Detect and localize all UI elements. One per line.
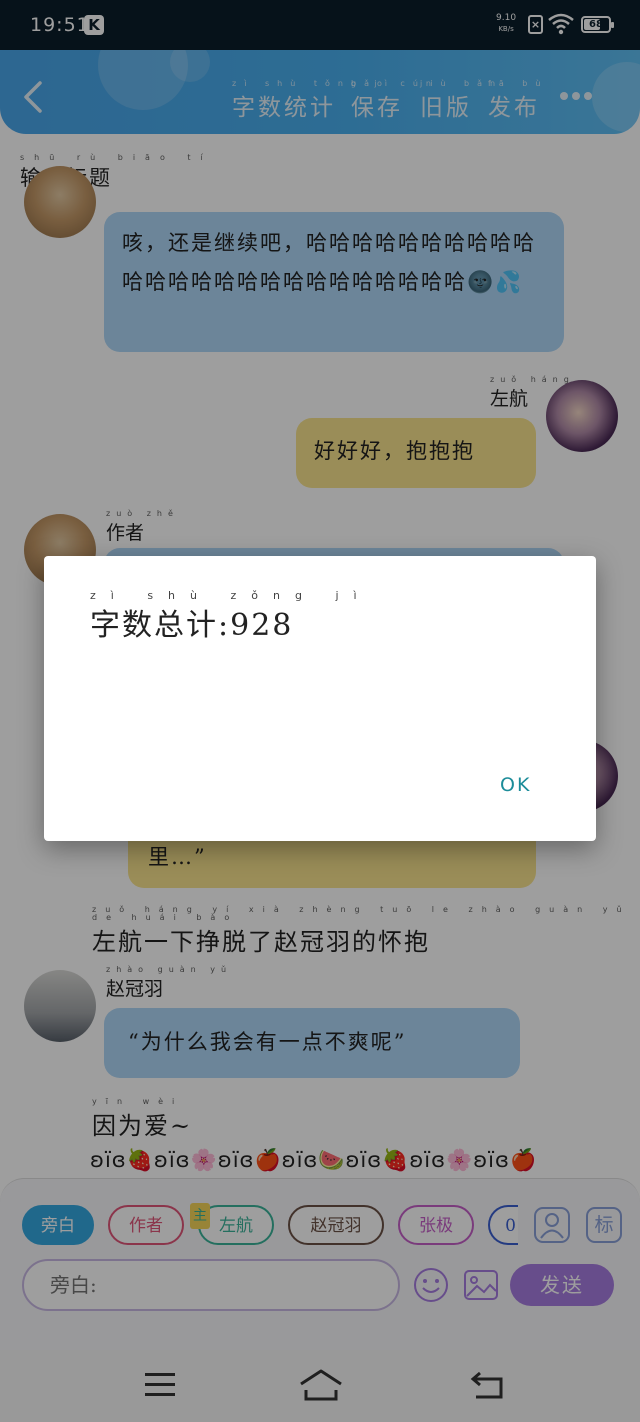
dialog-message-text: 字数总计:928 bbox=[90, 608, 294, 643]
word-count-dialog: zì shù zǒng jì 字数总计:928 OK bbox=[44, 556, 596, 841]
dialog-message: zì shù zǒng jì 字数总计:928 bbox=[90, 589, 372, 644]
dialog-message-pinyin: zì shù zǒng jì bbox=[90, 589, 372, 602]
ok-button[interactable]: OK bbox=[500, 774, 531, 796]
